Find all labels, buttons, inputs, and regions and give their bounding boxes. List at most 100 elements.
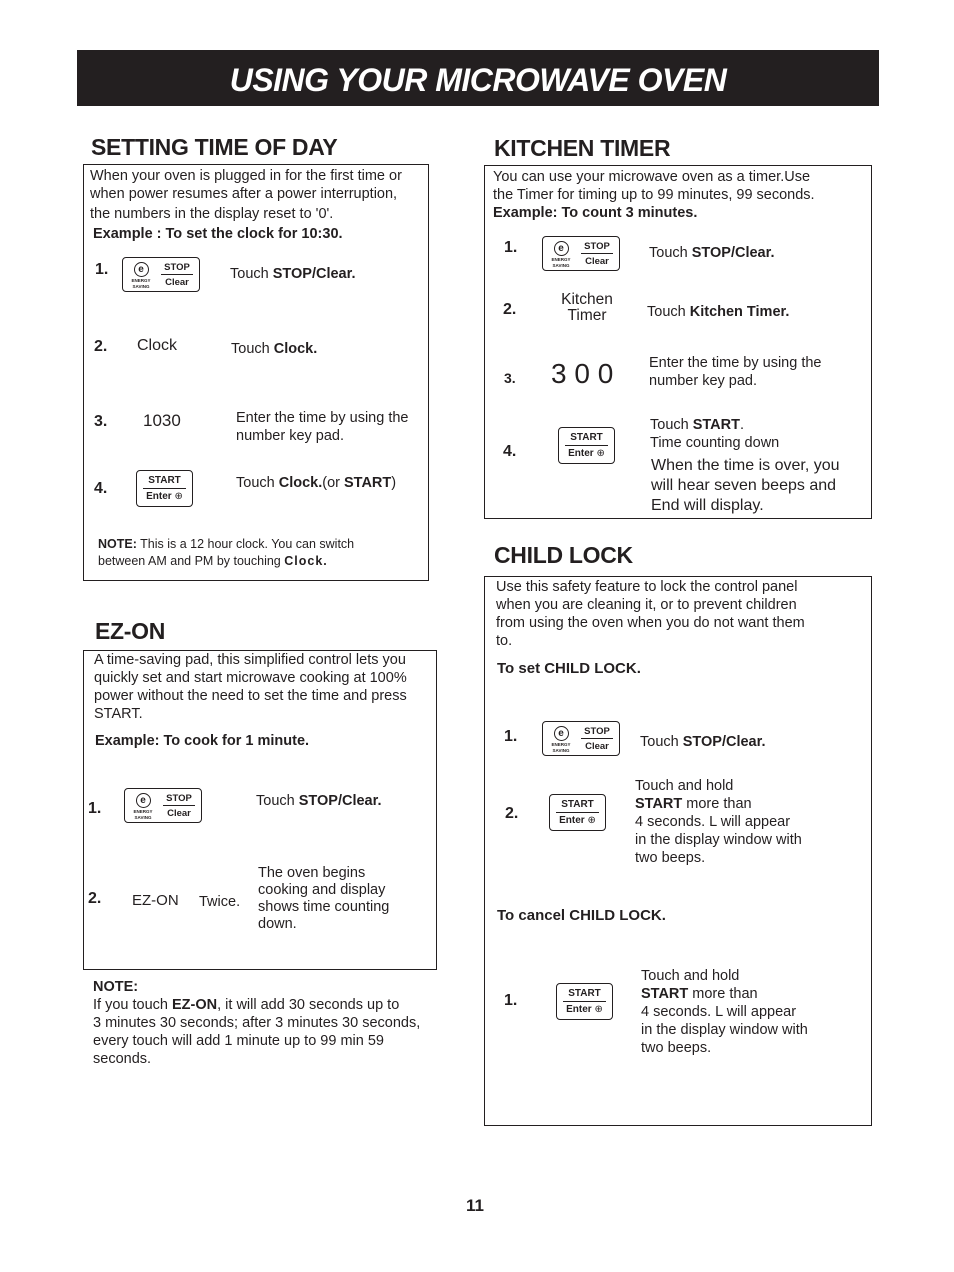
stop-clear-key: e ENERGY SAVING STOP Clear bbox=[122, 257, 200, 292]
key-bottom-label: Clear bbox=[585, 256, 609, 267]
ez-on-note: NOTE: If you touch EZ-ON, it will add 30… bbox=[93, 978, 420, 1068]
key-divider bbox=[163, 805, 195, 806]
step-text-bold: Kitchen Timer. bbox=[689, 304, 790, 320]
step-text-line: 4 seconds. L will appear bbox=[641, 1004, 797, 1020]
lock-icon: ⊕ bbox=[596, 448, 605, 459]
ez-on-pad-label: EZ-ON bbox=[132, 892, 179, 909]
eco-label: ENERGY bbox=[551, 742, 571, 747]
step-number: 1. bbox=[504, 992, 518, 1009]
start-enter-key: START Enter ⊕ bbox=[558, 427, 615, 464]
intro-line: You can use your microwave oven as a tim… bbox=[493, 169, 811, 185]
step-text-line: 4 seconds. L will appear bbox=[635, 814, 791, 830]
ez-on-heading: EZ-ON bbox=[95, 618, 166, 644]
intro-line: to. bbox=[496, 633, 513, 649]
step-text-bold: STOP/Clear. bbox=[298, 793, 382, 809]
key-top-label: START bbox=[570, 432, 603, 443]
step-text-plain: more than bbox=[682, 796, 752, 812]
note-bold: EZ-ON bbox=[172, 997, 218, 1013]
eco-glyph: e bbox=[133, 262, 149, 277]
step-text-line: number key pad. bbox=[649, 373, 758, 389]
step-text-bold: STOP/Clear. bbox=[272, 266, 356, 282]
intro-line: When your oven is plugged in for the fir… bbox=[90, 168, 402, 184]
step-number: 1. bbox=[95, 261, 109, 278]
key-divider bbox=[565, 445, 608, 446]
step-text-bold: Clock. bbox=[273, 341, 318, 357]
eco-glyph: e bbox=[553, 726, 569, 741]
note-bold: Clock. bbox=[284, 554, 328, 568]
pad-label-line: Timer bbox=[567, 307, 607, 324]
intro-line: quickly set and start microwave cooking … bbox=[94, 670, 407, 686]
step-text-line: shows time counting bbox=[258, 899, 390, 915]
key-top-label: STOP bbox=[166, 793, 192, 804]
enter-label: Enter bbox=[559, 815, 585, 826]
step-text-bold: STOP/Clear. bbox=[691, 245, 775, 261]
note-text: seconds. bbox=[93, 1051, 152, 1067]
intro-line: A time-saving pad, this simplified contr… bbox=[94, 652, 406, 668]
key-top-label: STOP bbox=[584, 726, 610, 737]
page-title: USING YOUR MICROWAVE OVEN bbox=[229, 62, 727, 98]
key-top-label: START bbox=[148, 475, 181, 486]
title-banner: USING YOUR MICROWAVE OVEN bbox=[77, 50, 879, 106]
energy-saving-icon: e ENERGY SAVING bbox=[548, 241, 574, 268]
step-number: 3. bbox=[94, 413, 108, 430]
kitchen-timer-pad-label: Kitchen Timer bbox=[552, 292, 622, 324]
setting-time-heading: SETTING TIME OF DAY bbox=[91, 134, 338, 160]
time-display-value: 1030 bbox=[143, 411, 181, 430]
step-text: Touch STOP/Clear. bbox=[230, 265, 355, 283]
eco-label: SAVING bbox=[134, 815, 152, 820]
step-text-line: in the display window with bbox=[635, 832, 802, 848]
stop-clear-key: e ENERGY SAVING STOP Clear bbox=[124, 788, 202, 823]
step-text-line: number key pad. bbox=[236, 428, 345, 444]
step-text: Touch STOP/Clear. bbox=[256, 792, 381, 810]
twice-label: Twice. bbox=[199, 894, 241, 910]
step-number: 3. bbox=[504, 370, 516, 386]
step-text-line: in the display window with bbox=[641, 1022, 808, 1038]
kitchen-timer-heading: KITCHEN TIMER bbox=[494, 135, 671, 161]
step-number: 4. bbox=[503, 443, 517, 460]
intro-line: Use this safety feature to lock the cont… bbox=[496, 579, 798, 595]
key-bottom-label: Enter ⊕ bbox=[559, 448, 614, 459]
set-child-lock-heading: To set CHILD LOCK. bbox=[497, 660, 641, 677]
step-number: 4. bbox=[94, 480, 108, 497]
eco-label: SAVING bbox=[132, 284, 150, 289]
note-text: between AM and PM by touching bbox=[98, 554, 285, 568]
step-text-line: down. bbox=[258, 916, 297, 932]
key-divider bbox=[563, 1001, 606, 1002]
cancel-child-lock-heading: To cancel CHILD LOCK. bbox=[497, 907, 666, 924]
eco-label: SAVING bbox=[552, 748, 570, 753]
enter-label: Enter bbox=[146, 491, 172, 502]
key-divider bbox=[581, 253, 613, 254]
intro-line: the numbers in the display reset to '0'. bbox=[90, 206, 334, 222]
key-bottom-label: Enter ⊕ bbox=[550, 815, 605, 826]
step-text-line: Enter the time by using the bbox=[649, 355, 822, 371]
key-divider bbox=[161, 274, 193, 275]
eco-label: ENERGY bbox=[131, 278, 151, 283]
step-text-plain: Touch bbox=[231, 341, 274, 357]
eco-glyph: e bbox=[135, 793, 151, 808]
intro-line: power without the need to set the time a… bbox=[94, 688, 407, 704]
step-text-bold: START bbox=[635, 796, 683, 812]
key-divider bbox=[143, 488, 186, 489]
page-number: 11 bbox=[466, 1196, 484, 1215]
intro-line: START. bbox=[94, 706, 143, 722]
stop-clear-key: e ENERGY SAVING STOP Clear bbox=[542, 236, 620, 271]
step-text: Enter the time by using the number key p… bbox=[236, 409, 409, 445]
enter-label: Enter bbox=[566, 1004, 592, 1015]
intro-line: when power resumes after a power interru… bbox=[90, 186, 398, 202]
clock-pad-label: Clock bbox=[137, 337, 178, 354]
step-text-line: Touch and hold bbox=[641, 968, 740, 984]
step-text: Enter the time by using the number key p… bbox=[649, 354, 822, 390]
lock-icon: ⊕ bbox=[174, 491, 183, 502]
kitchen-timer-intro: You can use your microwave oven as a tim… bbox=[493, 168, 815, 222]
step-text-line: will hear seven beeps and bbox=[651, 477, 837, 494]
step-text-bold: START bbox=[344, 475, 392, 491]
step-text-bold: Clock. bbox=[278, 475, 323, 491]
child-lock-intro: Use this safety feature to lock the cont… bbox=[496, 578, 805, 650]
key-divider bbox=[581, 738, 613, 739]
enter-label: Enter bbox=[568, 448, 594, 459]
step-text-bold: START bbox=[692, 417, 740, 433]
step-text-bold: STOP/Clear. bbox=[682, 734, 766, 750]
energy-saving-icon: e ENERGY SAVING bbox=[130, 793, 156, 820]
key-top-label: START bbox=[561, 799, 594, 810]
note-text: This is a 12 hour clock. You can switch bbox=[136, 537, 355, 551]
